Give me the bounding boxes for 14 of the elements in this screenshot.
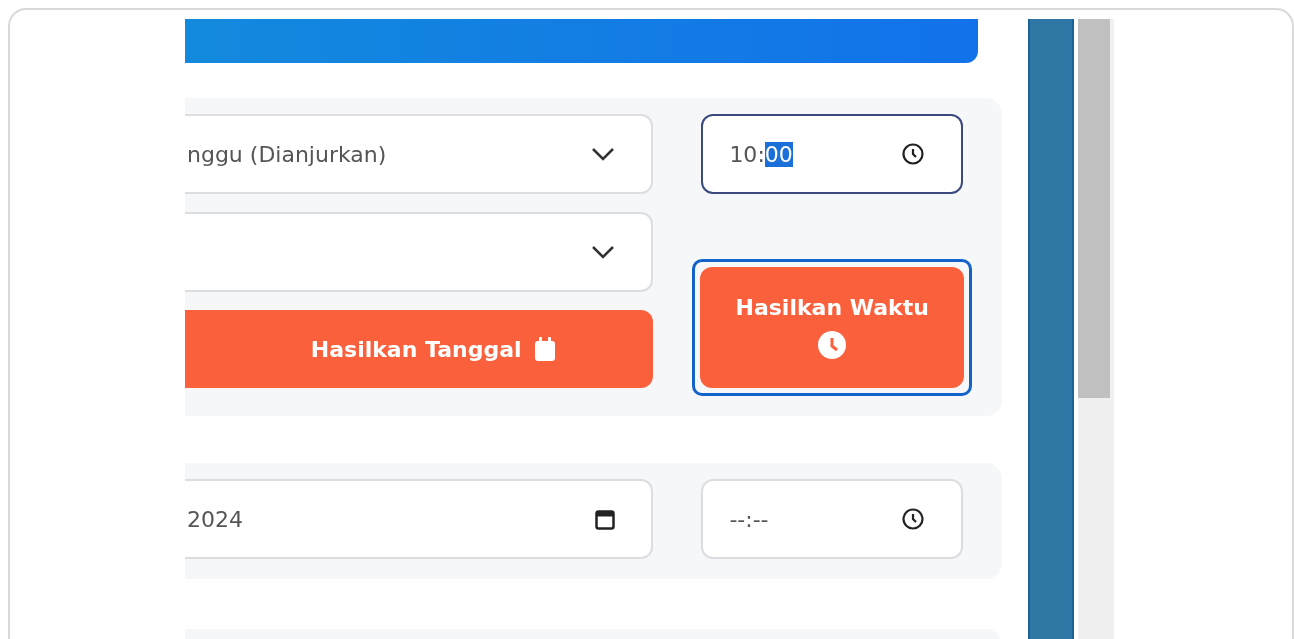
chevron-down-icon — [591, 245, 616, 259]
calendar-icon — [595, 508, 616, 530]
chevron-down-icon — [591, 147, 616, 161]
select-field[interactable] — [185, 212, 654, 292]
time-field[interactable]: 10:00 — [701, 114, 963, 194]
scrollbar-thumb[interactable] — [1078, 19, 1110, 398]
clock-icon — [901, 142, 925, 166]
time-field[interactable]: --:-- — [701, 479, 963, 559]
date-field[interactable]: 2024 — [185, 479, 654, 559]
select-field[interactable]: nggu (Dianjurkan) — [185, 114, 654, 194]
calendar-icon — [533, 336, 556, 362]
scrollbar-track[interactable] — [1078, 19, 1114, 639]
clock-icon — [901, 507, 925, 531]
clock-icon — [817, 330, 848, 360]
